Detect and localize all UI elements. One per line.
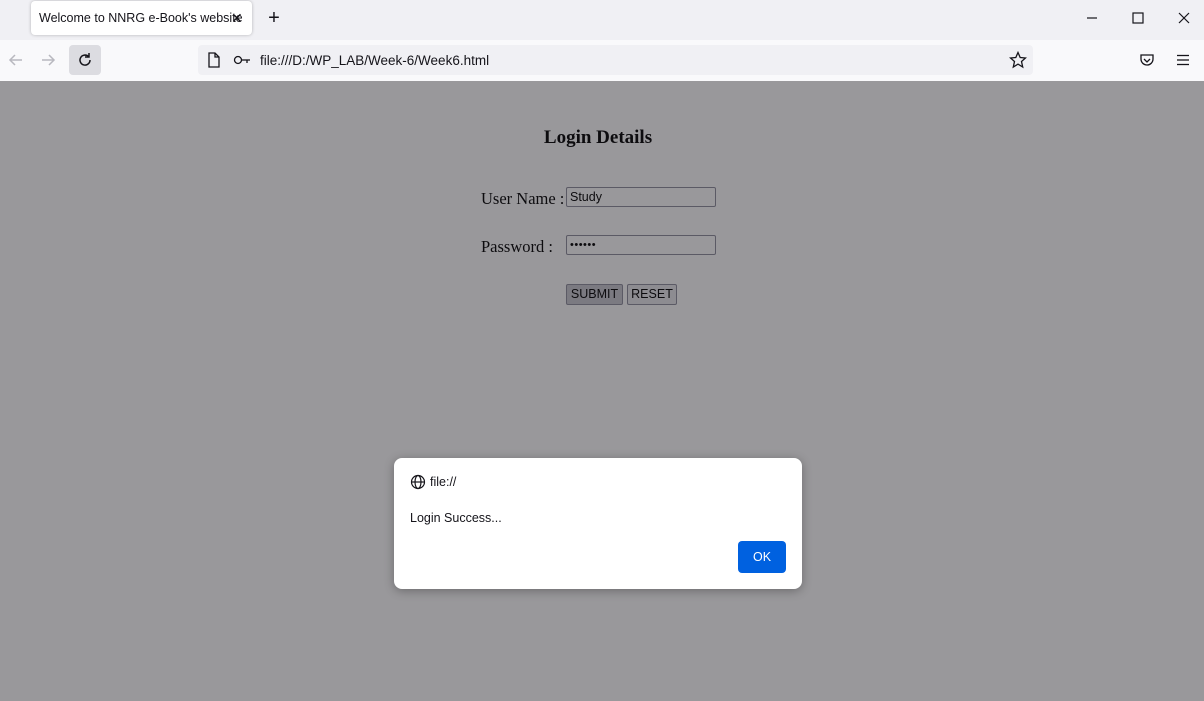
back-arrow-icon — [8, 54, 22, 66]
tab-strip: Welcome to NNRG e-Book's website ✕ + — [0, 0, 1204, 40]
page-icon — [208, 52, 220, 68]
address-bar[interactable]: file:///D:/WP_LAB/Week-6/Week6.html — [198, 45, 1033, 75]
globe-icon — [410, 474, 426, 490]
reload-button[interactable] — [69, 45, 101, 75]
back-button[interactable] — [0, 45, 32, 75]
menu-icon[interactable] — [1175, 52, 1191, 68]
dialog-message: Login Success... — [410, 511, 502, 525]
minimize-icon[interactable] — [1082, 10, 1102, 26]
dialog-origin: file:// — [430, 475, 457, 489]
pocket-icon[interactable] — [1139, 52, 1155, 68]
navigation-toolbar: file:///D:/WP_LAB/Week-6/Week6.html — [0, 40, 1204, 82]
close-window-icon[interactable] — [1174, 10, 1194, 26]
key-icon[interactable] — [233, 53, 251, 67]
tab-close-icon[interactable]: ✕ — [231, 10, 243, 27]
ok-button[interactable]: OK — [738, 541, 786, 573]
bookmark-star-icon[interactable] — [1009, 51, 1027, 69]
modal-overlay — [0, 81, 1204, 701]
maximize-icon[interactable] — [1128, 10, 1148, 26]
url-text: file:///D:/WP_LAB/Week-6/Week6.html — [260, 53, 490, 68]
alert-dialog: file:// Login Success... OK — [394, 458, 802, 589]
forward-button[interactable] — [32, 45, 64, 75]
tab-active[interactable]: Welcome to NNRG e-Book's website ✕ — [31, 1, 252, 35]
forward-arrow-icon — [42, 54, 56, 66]
reload-icon — [79, 53, 91, 66]
new-tab-icon[interactable]: + — [265, 8, 283, 28]
tab-title: Welcome to NNRG e-Book's website — [39, 11, 243, 25]
